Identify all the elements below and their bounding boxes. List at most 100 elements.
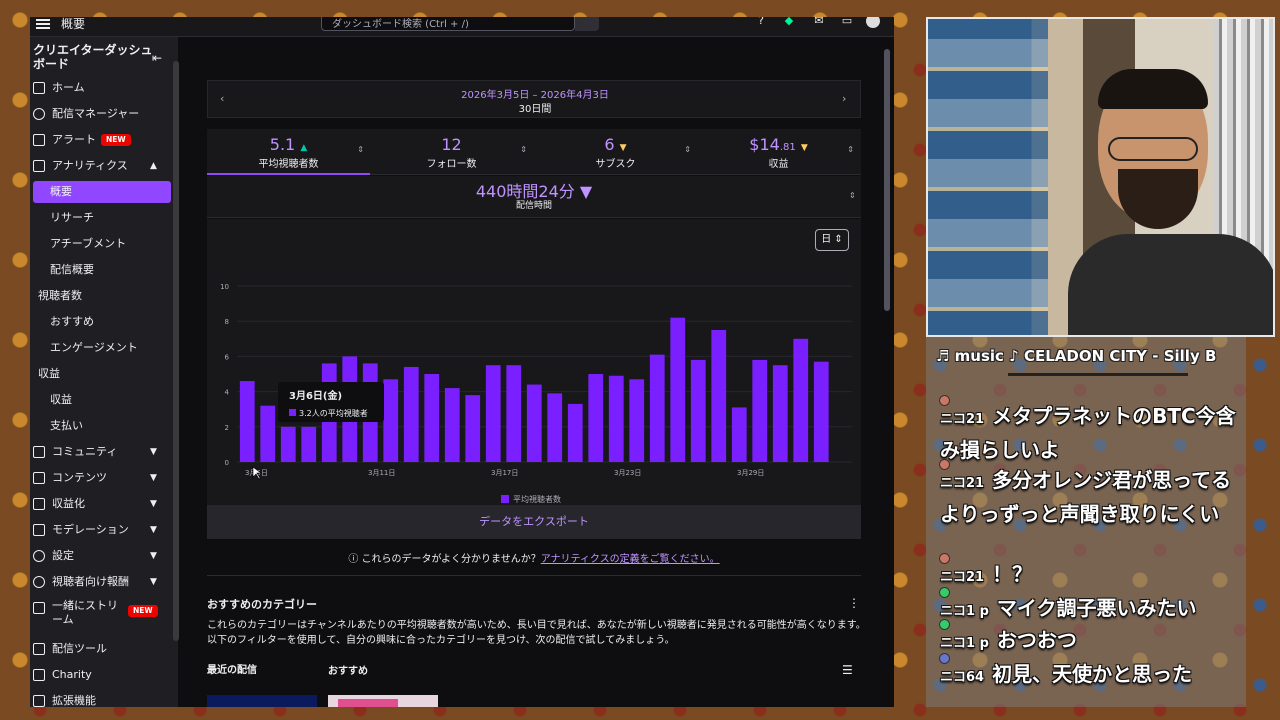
user-badge-icon	[939, 553, 950, 564]
bar[interactable]	[506, 365, 522, 462]
bar[interactable]	[301, 426, 317, 462]
x-tick-label: 3月23日	[614, 469, 641, 477]
recommended-category-thumbnail[interactable]	[328, 695, 438, 707]
more-options-icon[interactable]: ⋮	[848, 596, 860, 610]
sidebar-group-viewers: 視聴者数	[38, 289, 82, 302]
bar[interactable]	[444, 388, 460, 462]
sidebar-item-research[interactable]: リサーチ	[30, 207, 172, 229]
sidebar-item-stream-manager[interactable]: 配信マネージャー	[30, 103, 172, 125]
sidebar-item-revenue[interactable]: 収益	[30, 389, 172, 411]
bar[interactable]	[588, 374, 604, 462]
tab-recent-streams[interactable]: 最近の配信	[207, 661, 257, 676]
sidebar-item-content[interactable]: コンテンツ ▼	[30, 467, 172, 489]
time-unit-select[interactable]: 日 ⇕	[815, 229, 849, 251]
sidebar-item-stream-together[interactable]: 一緒にストリーム NEW	[30, 597, 172, 627]
bar[interactable]	[239, 381, 255, 462]
bar[interactable]	[813, 361, 829, 462]
sidebar-item-stream-summary[interactable]: 配信概要	[30, 259, 172, 281]
sort-icon: ⇕	[849, 191, 856, 200]
sidebar-item-community[interactable]: コミュニティ ▼	[30, 441, 172, 463]
next-period-button[interactable]: ›	[842, 92, 846, 105]
sidebar-item-stream-tools[interactable]: 配信ツール	[30, 638, 172, 660]
avatar[interactable]	[866, 17, 880, 28]
sidebar-item-viewer-rewards[interactable]: 視聴者向け報酬 ▼	[30, 571, 172, 593]
help-icon[interactable]: ?	[754, 17, 768, 28]
stat-follows[interactable]: 12 フォロー数 ⇕	[370, 129, 533, 175]
sidebar-item-overview[interactable]: 概要	[33, 181, 171, 203]
sidebar-item-charity[interactable]: Charity	[30, 664, 172, 686]
bar[interactable]	[280, 426, 296, 462]
stat-subs[interactable]: 6 ▼ サブスク ⇕	[534, 129, 697, 175]
bar[interactable]	[567, 403, 583, 462]
sidebar-item-achievements[interactable]: アチーブメント	[30, 233, 172, 255]
sidebar-item-extensions[interactable]: 拡張機能	[30, 690, 172, 707]
new-badge: NEW	[128, 605, 158, 617]
date-range: 2026年3月5日 – 2026年4月3日	[461, 90, 609, 101]
bar[interactable]	[772, 365, 788, 462]
chevron-up-icon: ▲	[150, 161, 157, 171]
bar[interactable]	[403, 366, 419, 462]
bar[interactable]	[526, 384, 542, 462]
community-icon	[33, 446, 45, 458]
sort-icon: ⇕	[357, 145, 364, 154]
help-text: ⓘ これらのデータがよく分かりませんか？アナリティクスの定義をご覧ください。	[348, 554, 720, 565]
bar[interactable]	[485, 365, 501, 462]
chat-text: 初見、天使かと思った	[992, 662, 1193, 686]
bar[interactable]	[629, 379, 645, 462]
collapse-sidebar-icon[interactable]: ⇤	[152, 51, 162, 65]
search-button[interactable]	[575, 17, 599, 31]
analytics-definitions-link[interactable]: アナリティクスの定義をご覧ください。	[541, 554, 720, 565]
page-title: 概要	[61, 17, 86, 31]
search-input[interactable]: ダッシュボード検索 (Ctrl + /)	[321, 17, 575, 31]
sidebar-item-home[interactable]: ホーム	[30, 77, 172, 99]
bar[interactable]	[608, 375, 624, 462]
sidebar-item-monetization[interactable]: 収益化 ▼	[30, 493, 172, 515]
stat-revenue[interactable]: $14.81 ▼ 収益 ⇕	[697, 129, 860, 175]
bar[interactable]	[670, 317, 686, 462]
y-tick-label: 6	[225, 353, 230, 361]
sidebar-item-moderation[interactable]: モデレーション ▼	[30, 519, 172, 541]
sidebar-item-analytics[interactable]: アナリティクス ▲	[30, 155, 172, 177]
menu-icon[interactable]	[36, 17, 50, 31]
y-tick-label: 0	[225, 459, 229, 467]
streamer	[1068, 69, 1273, 335]
bar[interactable]	[383, 379, 399, 462]
filter-icon[interactable]: ☰	[842, 663, 853, 677]
sidebar-item-alerts[interactable]: アラート NEW	[30, 129, 172, 151]
bar[interactable]	[547, 393, 563, 462]
bar[interactable]	[260, 405, 276, 462]
bar[interactable]	[731, 407, 747, 462]
sort-icon: ⇕	[520, 145, 527, 154]
browser-window: 概要 ダッシュボード検索 (Ctrl + /) ? ◆ ✉ ▭ クリエイターダッ…	[30, 17, 894, 707]
sidebar-item-recommended[interactable]: おすすめ	[30, 311, 172, 333]
bar[interactable]	[465, 395, 481, 462]
sort-icon: ⇕	[684, 145, 691, 154]
sidebar-item-settings[interactable]: 設定 ▼	[30, 545, 172, 567]
inbox-icon[interactable]: ✉	[812, 17, 826, 28]
turbo-icon[interactable]: ◆	[782, 17, 796, 28]
bar[interactable]	[649, 354, 665, 462]
bar[interactable]	[424, 374, 440, 462]
y-tick-label: 2	[225, 424, 229, 432]
stat-avg-viewers[interactable]: 5.1 ▲ 平均視聴者数 ⇕	[207, 129, 370, 175]
bar[interactable]	[690, 359, 706, 462]
stat-stream-time[interactable]: 440時間24分 ▼ 配信時間 ⇕	[207, 176, 861, 218]
tab-recommended[interactable]: おすすめ	[328, 662, 368, 677]
bar[interactable]	[793, 338, 809, 462]
analytics-icon	[33, 160, 45, 172]
bar[interactable]	[752, 359, 768, 462]
bar[interactable]	[711, 330, 727, 462]
avg-viewers-chart: 02468103月5日3月11日3月17日3月23日3月29日平均視聴者数3月6…	[220, 283, 852, 504]
main-scrollbar[interactable]	[884, 49, 890, 311]
home-icon	[33, 82, 45, 94]
sidebar-item-payouts[interactable]: 支払い	[30, 415, 172, 437]
user-badge-icon	[939, 619, 950, 630]
chat-username: ニコ21	[940, 570, 985, 585]
sidebar-scrollbar[interactable]	[173, 61, 179, 641]
sidebar-item-engagement[interactable]: エンゲージメント	[30, 337, 172, 359]
notifications-icon[interactable]: ▭	[840, 17, 854, 28]
recent-stream-thumbnail[interactable]	[207, 695, 317, 707]
trend-down-icon: ▼	[619, 143, 627, 153]
chevron-down-icon: ▼	[150, 473, 157, 483]
export-data-button[interactable]: データをエクスポート	[207, 505, 861, 539]
